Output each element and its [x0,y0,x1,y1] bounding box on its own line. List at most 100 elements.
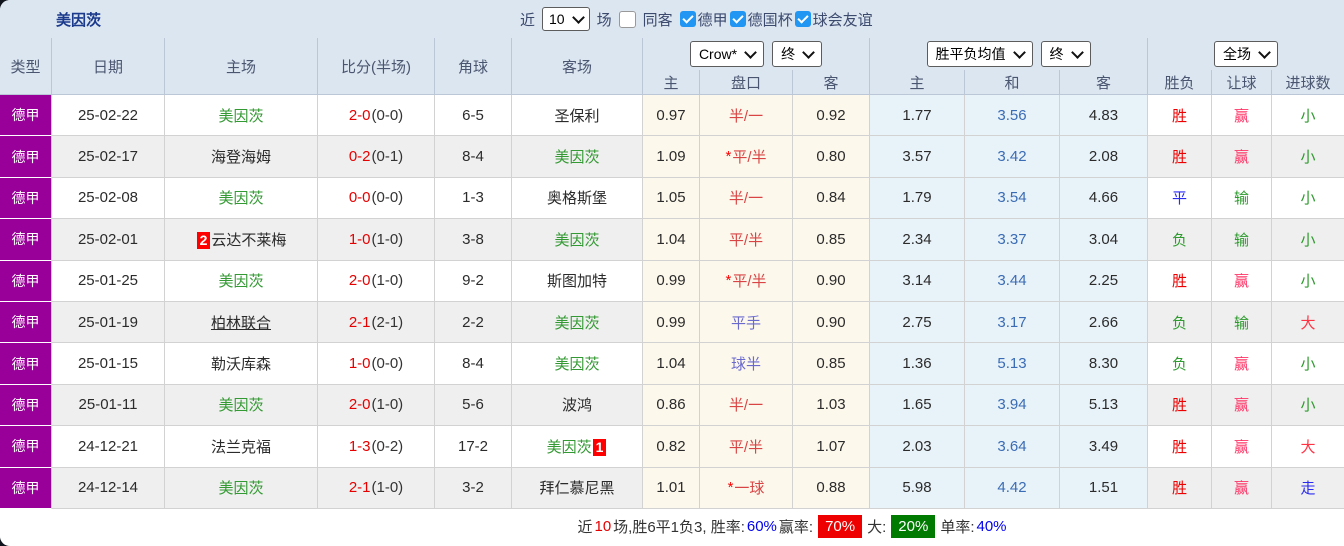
team-name-link[interactable]: 圣保利 [554,105,599,126]
team-name-link[interactable]: 法兰克福 [211,436,271,457]
half-time-score: (2-1) [371,313,404,331]
col-header-corner: 角球 [435,38,512,95]
sub-header-result: 胜负 [1148,70,1212,95]
league-cell: 德甲 [0,467,52,509]
chevron-down-icon [1070,45,1084,59]
date-cell: 25-02-22 [52,95,165,137]
handicap-result-cell: 赢 [1212,343,1272,385]
team-name-link[interactable]: 波鸿 [562,394,592,415]
team-name-link[interactable]: 柏林联合 [211,312,271,333]
half-time-score: (0-0) [371,355,404,373]
chevron-down-icon [802,45,815,59]
col-header-away: 客场 [512,38,643,95]
avg-home-cell: 1.36 [870,343,965,385]
sub-header-odds-away: 客 [793,70,870,95]
goals-cell: 大 [1272,426,1344,468]
avg-draw-cell: 3.37 [965,219,1060,261]
summary-text: 单率: [940,519,975,537]
odds-away-cell: 0.92 [793,95,870,137]
half-time-score: (1-0) [371,272,404,290]
goals-cell: 小 [1272,384,1344,427]
avg-state-select[interactable]: 终 [1040,41,1091,67]
home-team-cell: 2 云达不莱梅 [165,219,318,261]
avg-home-cell: 1.79 [870,177,965,220]
avg-draw-cell: 3.42 [965,136,1060,178]
team-name-link[interactable]: 美因茨 [218,105,263,126]
avg-odds-select[interactable]: 胜平负均值 [926,41,1033,67]
team-name: 柏林联合 [210,314,271,332]
team-name-link[interactable]: 美因茨 [218,394,263,415]
score-cell: 2-0 (1-0) [318,384,435,427]
odds-select-group: Crow* 终 [643,38,870,70]
handicap-result-cell: 赢 [1212,384,1272,427]
team-name-link[interactable]: 美因茨 [218,477,263,498]
team-name-link[interactable]: 美因茨 [218,187,263,208]
chevron-down-icon [1258,45,1271,59]
avg-home-cell: 2.75 [870,301,965,344]
summary-text: 60% [746,518,777,536]
team-name-link[interactable]: 美因茨 [554,146,599,167]
full-time-score: 1-3 [348,437,371,455]
avg-away-cell: 5.13 [1060,384,1148,427]
bookmaker-select[interactable]: Crow* [689,41,765,67]
odds-state-select[interactable]: 终 [772,41,823,67]
summary-rate-badge: 20% [891,515,936,539]
date-cell: 25-01-11 [52,384,165,427]
league-cell: 德甲 [0,301,52,344]
filter-bar: 近 10 场 同客 德甲 德国杯 球会友谊 [520,0,873,38]
team-name-link[interactable]: 海登海姆 [211,146,271,167]
team-name-link[interactable]: 斯图加特 [547,270,607,291]
team-name-link[interactable]: 2 云达不莱梅 [196,229,286,250]
handicap-cell: * 平/半 [700,260,793,302]
sub-header-odds-home: 主 [643,70,700,95]
half-time-score: (1-0) [371,396,404,414]
away-team-cell: 斯图加特 [512,260,643,302]
team-name-link[interactable]: 美因茨 1 [547,436,608,457]
handicap-value: 平/半 [728,438,764,456]
team-name-link[interactable]: 拜仁慕尼黑 [539,477,614,498]
goals-cell: 小 [1272,219,1344,261]
date-cell: 24-12-14 [52,467,165,509]
team-name: 奥格斯堡 [546,190,607,208]
home-team-cell: 美因茨 [165,95,318,137]
team-name: 美因茨 [218,480,264,498]
league-checkbox[interactable] [729,11,746,27]
score-cell: 1-0 (1-0) [318,219,435,261]
team-name-link[interactable]: 奥格斯堡 [547,187,607,208]
avg-away-cell: 2.08 [1060,136,1148,178]
team-name: 美因茨 [554,149,600,167]
same-venue-checkbox[interactable] [618,10,636,28]
summary-text: 近 [577,519,593,537]
avg-home-cell: 3.14 [870,260,965,302]
league-checkbox[interactable] [794,11,811,27]
handicap-value: 半/一 [728,107,764,125]
handicap-result-cell: 赢 [1212,95,1272,137]
home-team-cell: 法兰克福 [165,426,318,468]
full-time-score: 2-0 [348,272,371,290]
team-name-link[interactable]: 勒沃库森 [211,353,271,374]
same-venue-label: 同客 [642,11,673,29]
odds-away-cell: 0.90 [793,260,870,302]
half-time-score: (0-0) [371,106,404,124]
team-name-link[interactable]: 美因茨 [554,353,599,374]
date-cell: 25-01-19 [52,301,165,344]
avg-away-cell: 4.83 [1060,95,1148,137]
avg-away-cell: 1.51 [1060,467,1148,509]
match-history-panel: 美因茨 近 10 场 同客 德甲 德国杯 球会友谊 类型 日期 主场 比分(半场) … [0,0,1344,546]
league-cell: 德甲 [0,343,52,385]
recent-count-value: 10 [549,11,565,27]
avg-home-cell: 1.65 [870,384,965,427]
recent-count-select[interactable]: 10 [542,7,590,31]
team-name-link[interactable]: 美因茨 [554,312,599,333]
full-time-score: 2-0 [348,106,371,124]
league-checkbox[interactable] [679,11,696,27]
team-name-link[interactable]: 美因茨 [554,229,599,250]
chevron-down-icon [571,10,585,24]
sub-header-avg-draw: 和 [965,70,1060,95]
team-name-link[interactable]: 美因茨 [218,270,263,291]
result-cell: 负 [1148,301,1212,344]
goals-cell: 小 [1272,343,1344,385]
home-team-cell: 美因茨 [165,177,318,220]
scope-select[interactable]: 全场 [1214,41,1278,67]
summary-text: 10 [594,518,612,536]
